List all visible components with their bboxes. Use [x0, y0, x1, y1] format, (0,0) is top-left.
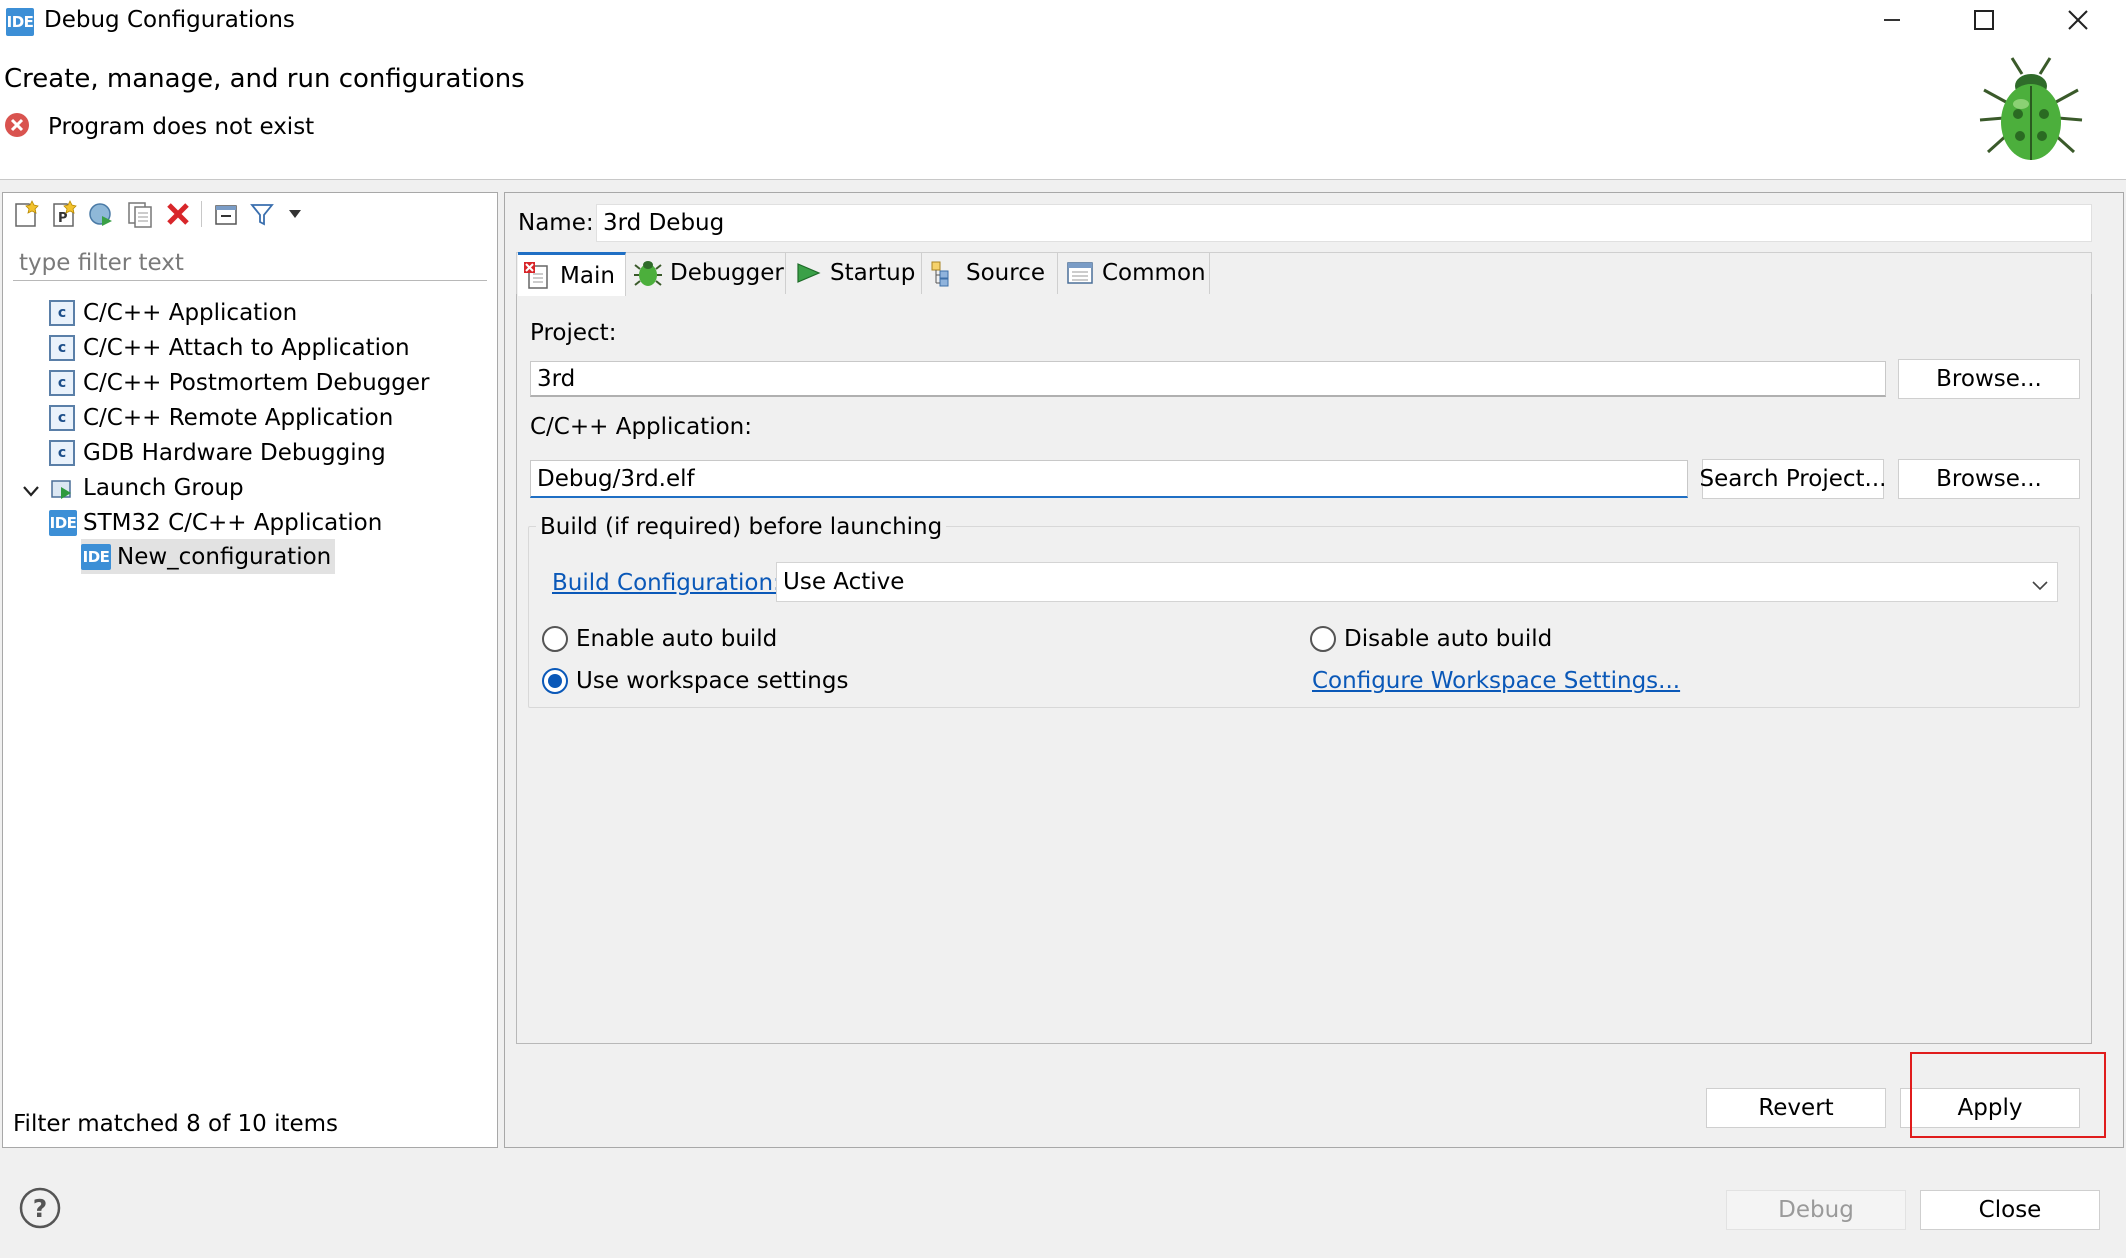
tab-main[interactable]: Main: [518, 252, 626, 296]
tree-item-label: C/C++ Remote Application: [83, 404, 394, 431]
launch-group-icon: [49, 475, 75, 501]
window-title: Debug Configurations: [44, 7, 295, 33]
configure-workspace-settings-link[interactable]: Configure Workspace Settings...: [1312, 668, 1680, 694]
tree-item-label: C/C++ Postmortem Debugger: [83, 369, 430, 396]
tab-label: Debugger: [670, 260, 784, 286]
error-message: Program does not exist: [48, 114, 315, 140]
tree-item-c-application[interactable]: c C/C++ Application: [49, 295, 297, 330]
disable-auto-build-radio[interactable]: [1310, 626, 1336, 652]
delete-icon[interactable]: [163, 199, 193, 229]
filter-icon[interactable]: [247, 199, 277, 229]
project-label: Project:: [530, 320, 617, 346]
tab-startup[interactable]: Startup: [788, 252, 922, 294]
project-browse-button[interactable]: Browse...: [1898, 359, 2080, 399]
c-app-icon: c: [49, 299, 75, 326]
duplicate-icon[interactable]: [125, 199, 155, 229]
tree-item-stm32[interactable]: IDE STM32 C/C++ Application: [49, 505, 382, 540]
project-input[interactable]: 3rd: [530, 361, 1886, 397]
build-configuration-value: Use Active: [783, 569, 905, 595]
tab-label: Main: [560, 262, 615, 289]
configuration-list-pane: P type filter text c C/C++ Application c…: [2, 192, 498, 1148]
tree-item-label: Launch Group: [83, 474, 244, 501]
tab-label: Source: [966, 260, 1045, 286]
new-configuration-icon[interactable]: [11, 199, 41, 229]
chevron-down-icon[interactable]: [2030, 574, 2050, 591]
ide-icon: IDE: [49, 509, 77, 536]
close-icon[interactable]: [2048, 0, 2108, 40]
use-workspace-settings-label[interactable]: Use workspace settings: [576, 668, 848, 694]
bug-icon: [1976, 52, 2086, 172]
tree-item-label: GDB Hardware Debugging: [83, 439, 386, 466]
application-input[interactable]: Debug/3rd.elf: [530, 460, 1688, 498]
tab-label: Startup: [830, 260, 916, 286]
tree-item-gdb-hardware[interactable]: c GDB Hardware Debugging: [49, 435, 386, 470]
view-menu-icon[interactable]: [285, 199, 305, 229]
tab-source[interactable]: Source: [924, 252, 1058, 294]
disable-auto-build-label[interactable]: Disable auto build: [1344, 626, 1552, 652]
debug-button[interactable]: Debug: [1726, 1190, 1906, 1230]
maximize-icon[interactable]: [1954, 0, 2014, 40]
svg-text:?: ?: [33, 1194, 48, 1223]
c-app-icon: c: [49, 369, 75, 396]
error-icon: [4, 112, 30, 138]
name-label: Name:: [518, 210, 594, 236]
common-tab-icon: [1066, 259, 1094, 287]
application-browse-button[interactable]: Browse...: [1898, 459, 2080, 499]
tab-debugger[interactable]: Debugger: [628, 252, 786, 294]
debugger-tab-icon: [634, 259, 662, 287]
header-title: Create, manage, and run configurations: [4, 64, 525, 94]
c-app-icon: c: [49, 334, 75, 361]
tree-item-label: New_configuration: [117, 543, 332, 570]
tree-item-c-attach[interactable]: c C/C++ Attach to Application: [49, 330, 410, 365]
close-button[interactable]: Close: [1920, 1190, 2100, 1230]
source-tab-icon: [930, 259, 958, 287]
export-icon[interactable]: [87, 199, 117, 229]
tree-item-label: STM32 C/C++ Application: [83, 509, 383, 536]
build-configuration-select[interactable]: Use Active: [776, 562, 2058, 602]
search-project-button[interactable]: Search Project...: [1700, 459, 1886, 499]
startup-tab-icon: [794, 259, 822, 287]
collapse-all-icon[interactable]: [211, 199, 241, 229]
tree-item-launch-group[interactable]: Launch Group: [49, 470, 244, 505]
application-label: C/C++ Application:: [530, 414, 752, 440]
minimize-icon[interactable]: [1862, 0, 1922, 40]
ide-icon: IDE: [81, 543, 111, 570]
new-prototype-icon[interactable]: P: [49, 199, 79, 229]
tab-common[interactable]: Common: [1060, 252, 1210, 294]
c-app-icon: c: [49, 439, 75, 466]
tree-item-c-remote[interactable]: c C/C++ Remote Application: [49, 400, 393, 435]
use-workspace-settings-radio[interactable]: [542, 668, 568, 694]
apply-highlight-box: [1910, 1052, 2106, 1138]
help-icon[interactable]: ?: [18, 1186, 62, 1230]
c-app-icon: c: [49, 404, 75, 431]
title-bar: IDE Debug Configurations: [0, 0, 2126, 48]
toolbar-separator: [201, 201, 202, 227]
build-group-label: Build (if required) before launching: [536, 514, 947, 540]
enable-auto-build-radio[interactable]: [542, 626, 568, 652]
revert-button[interactable]: Revert: [1706, 1088, 1886, 1128]
tab-label: Common: [1102, 260, 1206, 286]
filter-status: Filter matched 8 of 10 items: [13, 1111, 339, 1137]
dialog-header: Create, manage, and run configurations P…: [0, 48, 2126, 180]
tree-item-c-postmortem[interactable]: c C/C++ Postmortem Debugger: [49, 365, 430, 400]
main-tab-icon: [524, 261, 552, 290]
app-icon: IDE: [6, 8, 34, 36]
name-input[interactable]: 3rd Debug: [596, 204, 2092, 242]
tree-item-label: C/C++ Application: [83, 299, 298, 326]
tree-item-new-configuration[interactable]: IDE New_configuration: [81, 539, 336, 574]
tree-item-label: C/C++ Attach to Application: [83, 334, 410, 361]
filter-input[interactable]: type filter text: [13, 245, 487, 281]
chevron-down-icon[interactable]: [21, 481, 41, 501]
enable-auto-build-label[interactable]: Enable auto build: [576, 626, 777, 652]
build-configuration-link[interactable]: Build Configuration:: [552, 570, 781, 596]
